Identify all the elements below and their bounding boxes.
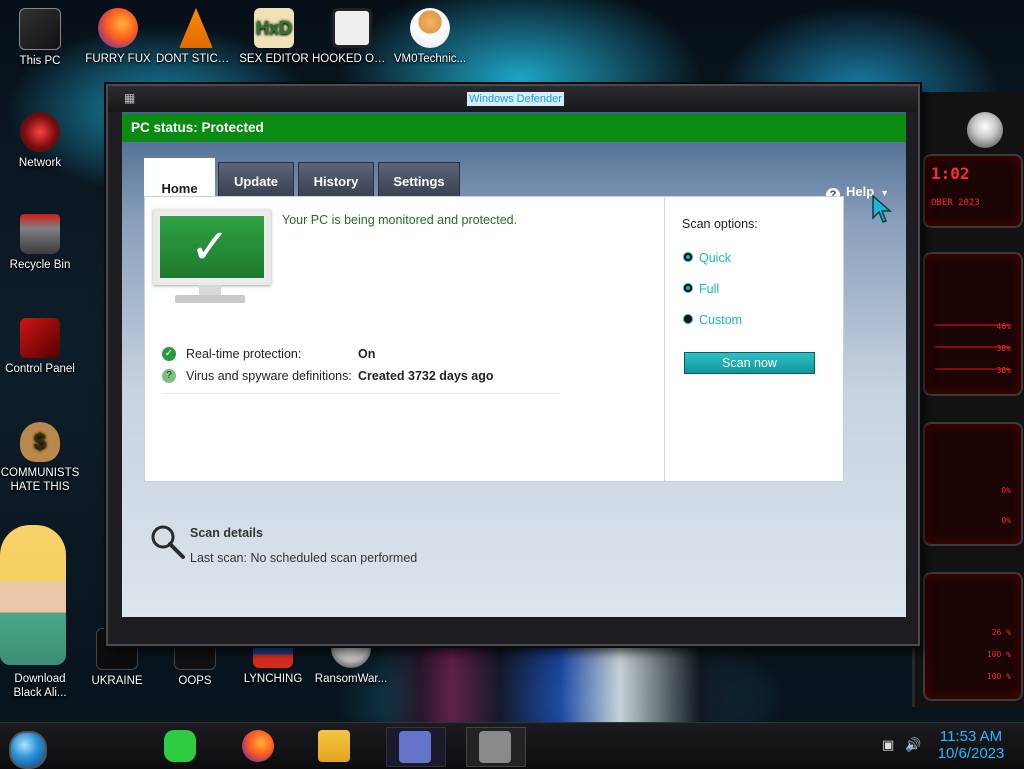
desktop-icon-this-pc[interactable]: This PC bbox=[0, 8, 80, 68]
protection-message: Your PC is being monitored and protected… bbox=[282, 213, 518, 227]
hud-clock-panel: 1:02 OBER 2023 bbox=[923, 154, 1023, 228]
computer-icon bbox=[19, 8, 61, 50]
taskbar-firefox[interactable] bbox=[230, 727, 286, 765]
hud-net-percent-2: 0% bbox=[1001, 516, 1011, 525]
system-monitor-gadget: 1:02 OBER 2023 46% 38% 38% 0% 0% 26 % 10… bbox=[912, 92, 1024, 707]
start-button[interactable] bbox=[9, 731, 47, 769]
volume-icon[interactable]: 🔊 bbox=[905, 739, 921, 753]
radio-full[interactable] bbox=[683, 283, 693, 293]
file-explorer-icon bbox=[318, 730, 350, 762]
hud-cpu-panel: 46% 38% 38% bbox=[923, 252, 1023, 396]
window-title: Windows Defender bbox=[467, 92, 564, 106]
firefox-icon bbox=[98, 8, 138, 48]
hud-net-percent-1: 0% bbox=[1001, 486, 1011, 495]
hud-date: OBER 2023 bbox=[931, 198, 980, 208]
hud-disk-percent-1: 26 % bbox=[991, 628, 1011, 637]
tab-settings[interactable]: Settings bbox=[378, 162, 460, 197]
desktop-icon-control-panel[interactable]: Control Panel bbox=[0, 318, 80, 376]
scan-details-title: Scan details bbox=[190, 526, 263, 540]
control-panel-icon bbox=[20, 318, 60, 358]
doctor-icon bbox=[410, 8, 450, 48]
firefox-icon bbox=[242, 730, 274, 762]
hud-disk-percent-3: 100 % bbox=[986, 672, 1011, 681]
network-icon bbox=[20, 112, 60, 152]
hud-cpu-percent-3: 38% bbox=[996, 366, 1011, 375]
hud-cpu-percent-2: 38% bbox=[996, 344, 1011, 353]
alien-logo-icon bbox=[967, 112, 1003, 148]
money-bag-icon: $ bbox=[20, 422, 60, 462]
panel-divider bbox=[664, 197, 665, 481]
defender-castle-icon bbox=[479, 731, 511, 763]
network-tray-icon[interactable]: ▣ bbox=[882, 739, 896, 753]
pc-status-bar: PC status: Protected bbox=[122, 114, 906, 142]
magnifier-icon bbox=[151, 525, 185, 559]
tab-update[interactable]: Update bbox=[218, 162, 294, 197]
divider bbox=[162, 393, 560, 394]
desktop-icon-dont-stick[interactable]: DONT STICK THIS IN YO... bbox=[156, 8, 236, 66]
wallpaper-art-legs bbox=[380, 640, 780, 722]
taskbar-file-explorer[interactable] bbox=[306, 727, 362, 765]
tab-home[interactable]: Home bbox=[144, 158, 215, 198]
desktop-icon-hooked-on-xonix[interactable]: HOOKED ON XONIX bbox=[312, 8, 392, 66]
hud-network-panel: 0% 0% bbox=[923, 422, 1023, 546]
desktop-icon-sex-editor[interactable]: HxD SEX EDITOR bbox=[234, 8, 314, 66]
vlc-icon bbox=[179, 8, 213, 48]
game-icon bbox=[332, 8, 372, 48]
window-switch-icon bbox=[399, 731, 431, 763]
home-panel: ✓ Your PC is being monitored and protect… bbox=[144, 196, 844, 482]
window-titlebar[interactable]: ▦ Windows Defender bbox=[108, 86, 918, 112]
hud-disk-percent-2: 100 % bbox=[986, 650, 1011, 659]
notes-app-icon bbox=[164, 730, 196, 762]
hud-clock: 1:02 bbox=[931, 164, 970, 183]
desktop-icon-network[interactable]: Network bbox=[0, 112, 80, 170]
desktop-icon-furry-fux[interactable]: FURRY FUX bbox=[78, 8, 158, 66]
desktop-icon-recycle-bin[interactable]: Recycle Bin bbox=[0, 214, 80, 272]
taskbar-defender[interactable] bbox=[466, 727, 526, 767]
system-clock[interactable]: 11:53 AM 10/6/2023 bbox=[930, 728, 1012, 762]
castle-app-icon: ▦ bbox=[124, 91, 136, 105]
radio-custom[interactable] bbox=[683, 314, 693, 324]
scan-details-section: Scan details Last scan: No scheduled sca… bbox=[150, 524, 650, 584]
protected-monitor-icon: ✓ bbox=[153, 209, 271, 313]
character-art bbox=[0, 525, 66, 665]
mouse-cursor-icon bbox=[872, 194, 892, 223]
hud-disk-panel: 26 % 100 % 100 % bbox=[923, 572, 1023, 701]
tab-history[interactable]: History bbox=[298, 162, 374, 197]
desktop-icon-communists[interactable]: $ COMMUNISTS HATE THIS G... bbox=[0, 422, 80, 494]
hud-cpu-percent-1: 46% bbox=[996, 322, 1011, 331]
scan-options-title: Scan options: bbox=[682, 217, 758, 231]
windows-defender-window: ▦ Windows Defender PC status: Protected … bbox=[106, 84, 920, 646]
desktop-icon-vm0technic[interactable]: VM0Technic... bbox=[390, 8, 470, 66]
defender-client-area: PC status: Protected Home Update History… bbox=[122, 112, 906, 617]
green-check-icon: ✓ bbox=[162, 347, 176, 361]
scan-now-button[interactable]: Scan now bbox=[684, 352, 815, 374]
recycle-bin-icon bbox=[20, 214, 60, 254]
definitions-warning-icon: ? bbox=[162, 369, 176, 383]
radio-quick[interactable] bbox=[683, 252, 693, 262]
last-scan-line: Last scan: No scheduled scan performed bbox=[190, 551, 418, 565]
taskbar-notes-app[interactable] bbox=[152, 727, 208, 765]
hxd-editor-icon: HxD bbox=[254, 8, 294, 48]
taskbar: ▣ 🔊 11:53 AM 10/6/2023 bbox=[0, 722, 1024, 769]
taskbar-window-switch[interactable] bbox=[386, 727, 446, 767]
